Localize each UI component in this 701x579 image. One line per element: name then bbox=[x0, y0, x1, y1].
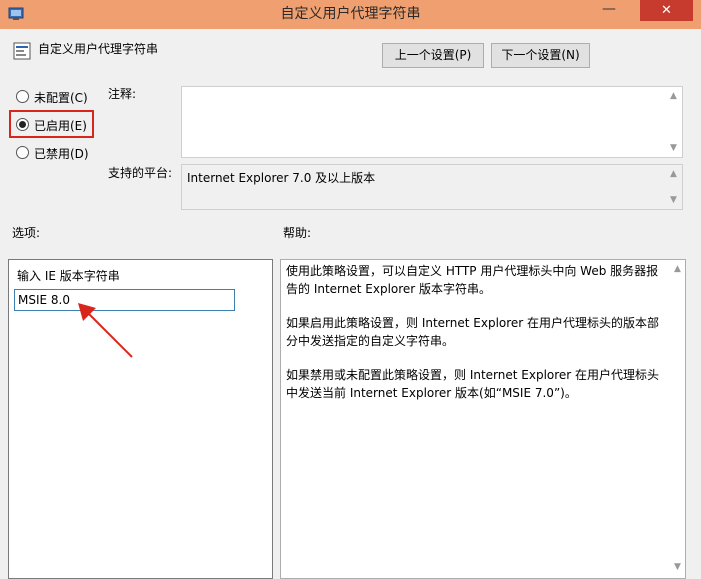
radio-disabled[interactable] bbox=[16, 146, 29, 159]
platform-label: 支持的平台: bbox=[108, 166, 173, 180]
scroll-down-icon[interactable]: ▼ bbox=[668, 195, 679, 205]
scroll-down-icon[interactable]: ▼ bbox=[672, 562, 683, 572]
platform-scrollbar[interactable]: ▲ ▼ bbox=[665, 165, 682, 209]
close-button[interactable]: ✕ bbox=[640, 0, 693, 21]
platform-value: Internet Explorer 7.0 及以上版本 bbox=[187, 171, 376, 185]
ie-version-field-label: 输入 IE 版本字符串 bbox=[17, 269, 120, 283]
comment-label: 注释: bbox=[108, 87, 137, 101]
platform-box: Internet Explorer 7.0 及以上版本 ▲ ▼ bbox=[181, 164, 683, 210]
scroll-up-icon[interactable]: ▲ bbox=[668, 91, 679, 101]
help-scrollbar[interactable]: ▲ ▼ bbox=[669, 260, 686, 576]
help-paragraph: 如果禁用或未配置此策略设置，则 Internet Explorer 在用户代理标… bbox=[286, 368, 660, 400]
title-bar: 自定义用户代理字符串 — ✕ bbox=[0, 0, 701, 29]
help-panel: 使用此策略设置，可以自定义 HTTP 用户代理标头中向 Web 服务器报告的 I… bbox=[280, 259, 686, 579]
radio-enabled[interactable] bbox=[16, 118, 29, 131]
options-section-label: 选项: bbox=[12, 226, 41, 240]
radio-not-configured[interactable] bbox=[16, 90, 29, 103]
help-section-label: 帮助: bbox=[283, 226, 312, 240]
next-setting-button[interactable]: 下一个设置(N) bbox=[491, 43, 590, 68]
minimize-button[interactable]: — bbox=[589, 0, 629, 22]
prev-setting-button[interactable]: 上一个设置(P) bbox=[382, 43, 484, 68]
comment-scrollbar[interactable]: ▲ ▼ bbox=[665, 87, 682, 157]
scroll-down-icon[interactable]: ▼ bbox=[668, 143, 679, 153]
comment-textarea[interactable]: ▲ ▼ bbox=[181, 86, 683, 158]
radio-disabled-label[interactable]: 已禁用(D) bbox=[34, 145, 89, 162]
radio-not-configured-label[interactable]: 未配置(C) bbox=[34, 89, 88, 106]
scroll-up-icon[interactable]: ▲ bbox=[672, 264, 683, 274]
red-arrow-annotation bbox=[78, 303, 133, 358]
setting-icon bbox=[13, 42, 31, 60]
help-paragraph: 如果启用此策略设置，则 Internet Explorer 在用户代理标头的版本… bbox=[286, 316, 660, 348]
radio-enabled-label[interactable]: 已启用(E) bbox=[34, 117, 87, 134]
help-paragraph: 使用此策略设置，可以自定义 HTTP 用户代理标头中向 Web 服务器报告的 I… bbox=[286, 264, 659, 296]
scroll-up-icon[interactable]: ▲ bbox=[668, 169, 679, 179]
setting-name: 自定义用户代理字符串 bbox=[38, 42, 159, 56]
